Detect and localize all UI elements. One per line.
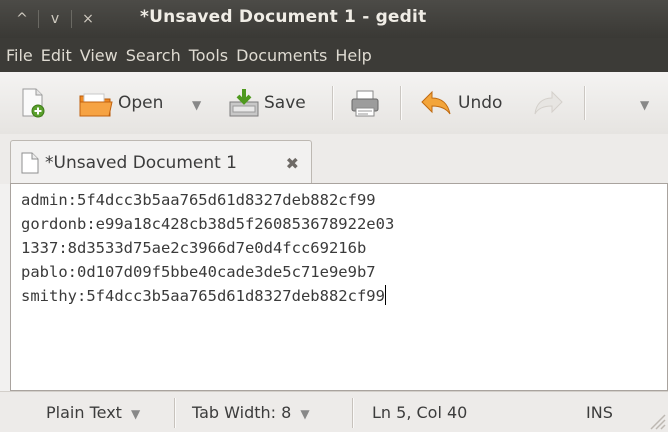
close-tab-icon[interactable]: ✖ [286,154,299,173]
redo-icon [534,90,563,115]
editor-line: pablo:0d107d09f5bbe40cade3de5c71e9e9b7 [21,263,376,281]
text-editor[interactable]: admin:5f4dcc3b5aa765d61d8327deb882cf99 g… [10,183,668,391]
document-icon [21,152,39,173]
open-folder-icon [79,93,113,117]
window-title: *Unsaved Document 1 - gedit [140,7,427,27]
new-document-icon [22,88,45,118]
insert-mode: INS [586,403,613,422]
text-cursor [384,285,386,305]
language-selector[interactable]: Plain Text ▼ [46,403,140,422]
status-separator [174,398,175,428]
maximize-button[interactable]: v [41,8,69,30]
toolbar-separator [584,86,585,120]
menu-tools[interactable]: Tools [189,46,234,65]
chevron-down-icon: ▼ [300,407,310,421]
tab-label: *Unsaved Document 1 [45,152,237,173]
status-separator [352,398,353,428]
print-button[interactable] [350,87,380,119]
undo-button[interactable]: Undo [420,87,502,119]
menu-documents[interactable]: Documents [236,46,333,65]
print-icon [351,90,379,117]
menu-edit[interactable]: Edit [41,46,78,65]
toolbar: Open ▼ Save Undo ▼ [0,72,668,135]
tab-bar: *Unsaved Document 1 ✖ [0,134,668,184]
menu-bar: File Edit View Search Tools Documents He… [0,38,668,72]
editor-line: admin:5f4dcc3b5aa765d61d8327deb882cf99 [21,191,376,209]
tab-unsaved-document-1[interactable]: *Unsaved Document 1 ✖ [10,140,312,184]
menu-view[interactable]: View [80,46,124,65]
editor-line: 1337:8d3533d75ae2c3966d7e0d4fcc69216b [21,239,367,257]
chevron-down-icon: ▼ [640,98,650,112]
menu-search[interactable]: Search [126,46,187,65]
resize-grip-icon[interactable] [650,414,666,430]
toolbar-separator [400,86,401,120]
minimize-button[interactable]: ^ [8,8,36,30]
tab-width-label: Tab Width: 8 [192,403,292,422]
tab-width-selector[interactable]: Tab Width: 8 ▼ [192,403,310,422]
undo-label: Undo [458,93,503,113]
window-controls: ^ v × [8,8,102,30]
language-label: Plain Text [46,403,122,422]
menu-file[interactable]: File [6,46,39,65]
close-button[interactable]: × [74,8,102,30]
chevron-down-icon: ▼ [131,407,141,421]
save-button[interactable]: Save [228,87,306,119]
redo-button[interactable] [534,87,564,119]
toolbar-overflow-dropdown[interactable]: ▼ [640,89,649,121]
save-icon [229,89,259,117]
cursor-position: Ln 5, Col 40 [372,403,468,422]
chevron-down-icon: ▼ [192,98,202,112]
editor-line: gordonb:e99a18c428cb38d5f260853678922e03 [21,215,395,233]
new-button[interactable] [20,87,46,119]
open-label: Open [118,93,164,113]
toolbar-separator [332,86,333,120]
save-label: Save [264,93,306,113]
editor-line-text: smithy:5f4dcc3b5aa765d61d8327deb882cf99 [21,287,385,305]
open-recent-dropdown[interactable]: ▼ [192,89,201,121]
menu-help[interactable]: Help [335,46,377,65]
status-bar: Plain Text ▼ Tab Width: 8 ▼ Ln 5, Col 40… [0,391,668,432]
divider [71,10,72,28]
open-button[interactable]: Open [78,87,163,119]
divider [38,10,39,28]
editor-line-current: smithy:5f4dcc3b5aa765d61d8327deb882cf99 [21,284,667,308]
title-bar: ^ v × *Unsaved Document 1 - gedit [0,0,668,38]
undo-icon [421,90,451,115]
